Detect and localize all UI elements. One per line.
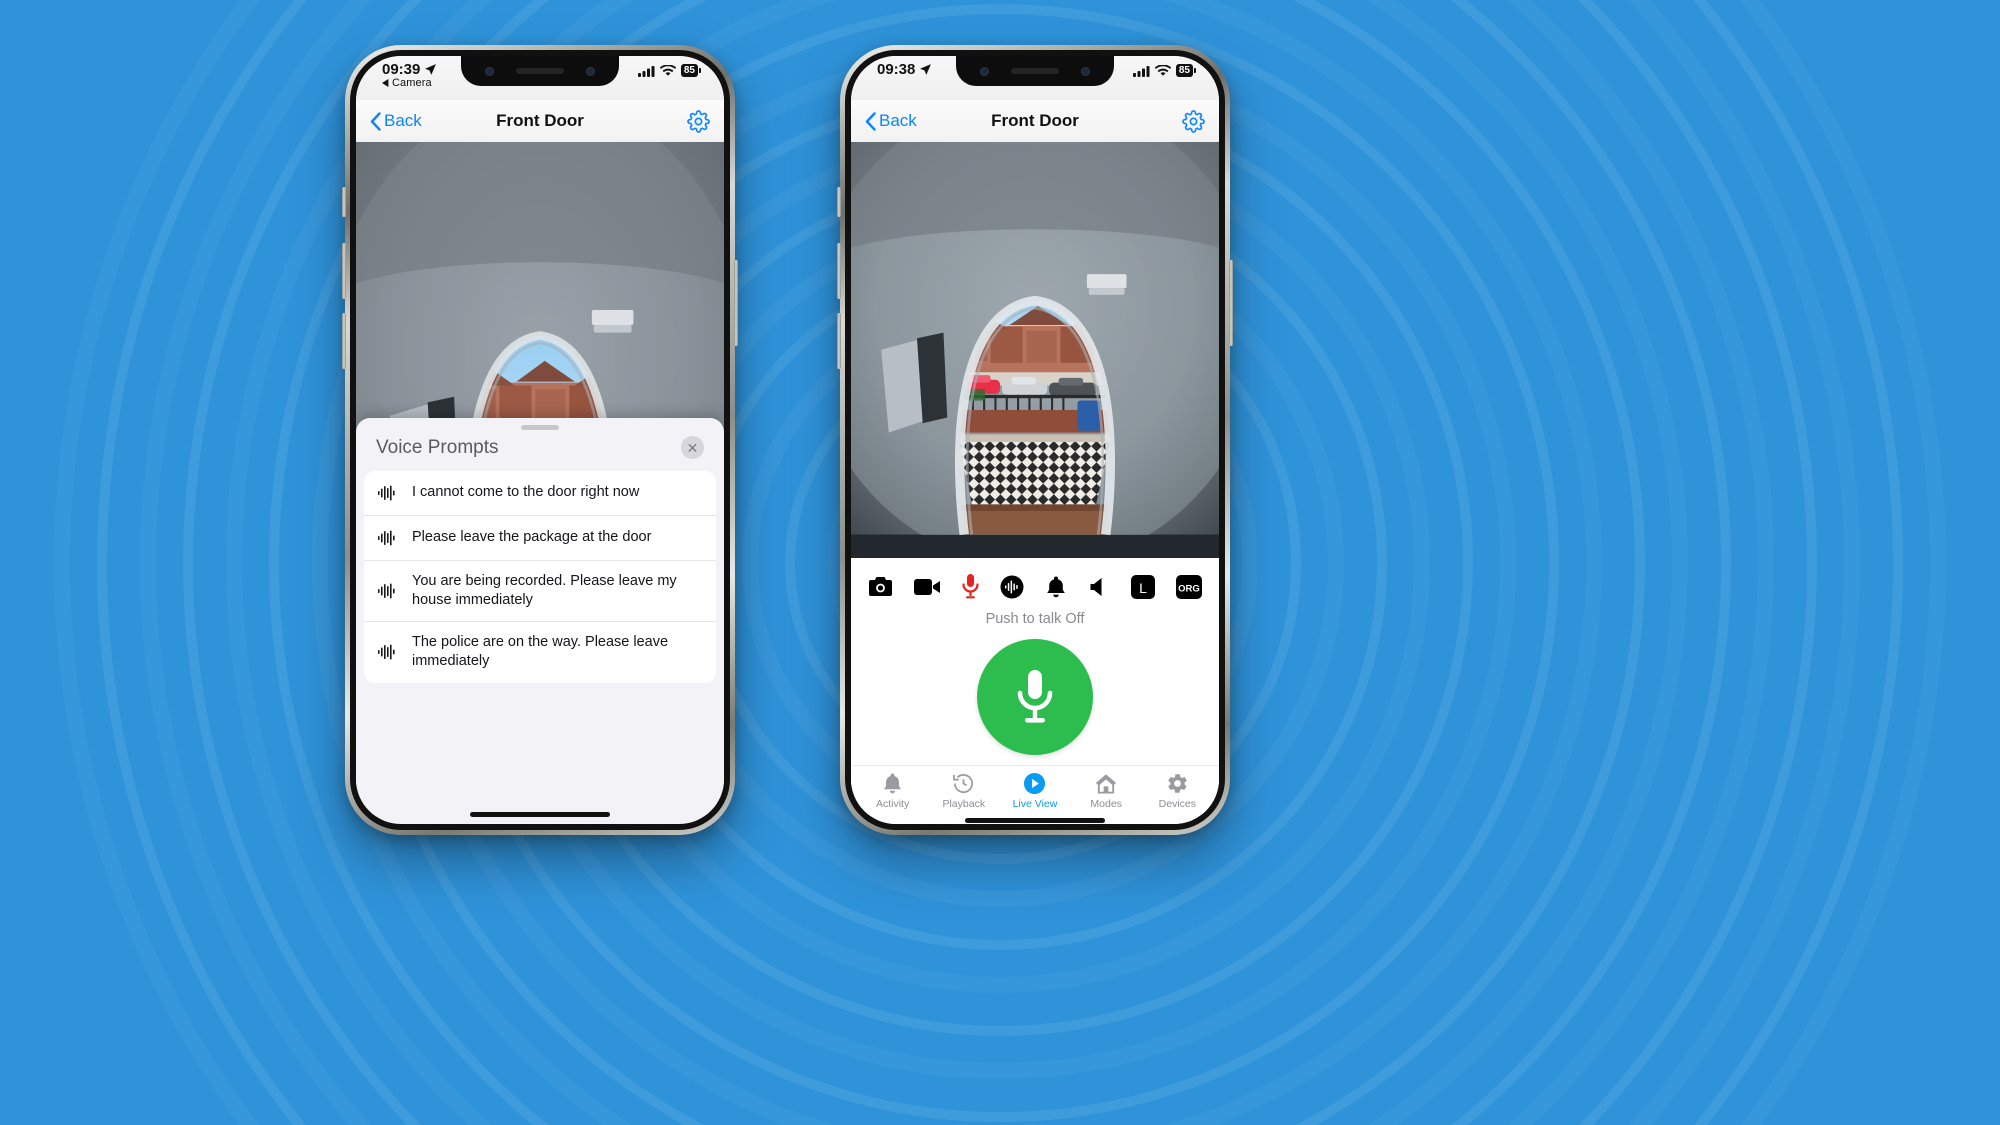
svg-text:L: L — [1139, 580, 1147, 596]
list-item[interactable]: The police are on the way. Please leave … — [364, 622, 716, 682]
tab-activity[interactable]: Activity — [862, 772, 924, 810]
prompt-text: Please leave the package at the door — [412, 529, 652, 546]
org-badge-icon[interactable]: ORG — [1176, 574, 1202, 599]
camera-live-feed[interactable] — [851, 142, 1219, 558]
voice-prompts-icon[interactable] — [1000, 575, 1024, 599]
nav-bar: Back Front Door — [356, 100, 724, 142]
cellular-bars-icon — [1132, 65, 1150, 77]
status-bar: 09:38 85 — [851, 56, 1219, 100]
battery-indicator: 85 — [680, 64, 702, 77]
cellular-bars-icon — [637, 65, 655, 77]
volume-up-button[interactable] — [342, 243, 346, 299]
wifi-icon — [1154, 64, 1171, 76]
playback-clock-icon — [953, 774, 974, 793]
phone-right: 09:38 85 Back Front Door L ORG Push to t… — [837, 45, 1233, 835]
speaker-icon[interactable] — [1088, 576, 1110, 598]
waveform-icon — [376, 482, 398, 504]
microphone-icon — [1017, 670, 1053, 723]
waveform-icon — [376, 580, 398, 602]
home-indicator[interactable] — [470, 812, 610, 817]
tab-devices[interactable]: Devices — [1146, 772, 1208, 810]
prompt-text: You are being recorded. Please leave my … — [412, 573, 677, 609]
gear-icon — [1182, 109, 1205, 133]
svg-text:ORG: ORG — [1178, 583, 1200, 594]
tab-modes[interactable]: Modes — [1075, 772, 1137, 810]
sheet-empty-space — [356, 682, 724, 808]
live-view-controls: L ORG Push to talk Off Activity Playback… — [851, 558, 1219, 824]
power-button[interactable] — [734, 260, 738, 346]
settings-button[interactable] — [687, 109, 710, 133]
list-item[interactable]: I cannot come to the door right now — [364, 471, 716, 516]
phone-bezel: 09:39 Camera 85 Back Front Door Voice Pr… — [350, 50, 730, 830]
front-camera-icon — [485, 66, 494, 76]
siren-bell-icon[interactable] — [1045, 575, 1067, 599]
status-time: 09:38 — [877, 61, 916, 78]
push-to-talk-button[interactable] — [977, 639, 1093, 755]
tab-playback[interactable]: Playback — [933, 772, 995, 810]
face-id-sensor-icon — [1081, 66, 1090, 76]
microphone-icon[interactable] — [962, 574, 979, 599]
prompt-text: I cannot come to the door right now — [412, 484, 640, 501]
close-icon[interactable]: ✕ — [681, 436, 704, 459]
return-to-app[interactable]: Camera — [382, 77, 432, 89]
screen-left: 09:39 Camera 85 Back Front Door Voice Pr… — [356, 56, 724, 824]
play-circle-icon — [1024, 772, 1046, 795]
list-item[interactable]: Please leave the package at the door — [364, 516, 716, 561]
record-video-icon[interactable] — [914, 577, 941, 597]
volume-down-button[interactable] — [342, 313, 346, 369]
volume-down-button[interactable] — [837, 313, 841, 369]
page-title: Front Door — [991, 111, 1079, 130]
home-icon — [1096, 774, 1117, 794]
sheet-header: Voice Prompts ✕ — [356, 430, 724, 471]
home-indicator[interactable] — [965, 818, 1105, 823]
settings-button[interactable] — [1182, 109, 1205, 133]
tab-label: Activity — [875, 798, 910, 810]
battery-indicator: 85 — [1175, 64, 1197, 77]
fisheye-doorway-view — [851, 142, 1219, 535]
gear-icon — [1168, 774, 1187, 793]
gear-icon — [687, 109, 710, 133]
status-bar: 09:39 Camera 85 — [356, 56, 724, 100]
page-title: Front Door — [496, 111, 584, 130]
voice-prompt-list: I cannot come to the door right now Plea… — [364, 471, 716, 683]
location-arrow-icon — [920, 64, 932, 75]
volume-up-button[interactable] — [837, 243, 841, 299]
bell-icon — [884, 773, 901, 794]
power-button[interactable] — [1229, 260, 1233, 346]
earpiece-speaker — [516, 68, 564, 74]
location-arrow-icon — [425, 64, 437, 75]
notch — [461, 56, 619, 86]
screen-right: 09:38 85 Back Front Door L ORG Push to t… — [851, 56, 1219, 824]
wifi-icon — [659, 64, 676, 76]
notch — [956, 56, 1114, 86]
return-app-label: Camera — [392, 77, 432, 89]
tab-live-view[interactable]: Live View — [1004, 772, 1066, 810]
phone-left: 09:39 Camera 85 Back Front Door Voice Pr… — [342, 45, 738, 835]
tab-label: Playback — [942, 798, 986, 810]
front-camera-icon — [980, 66, 989, 76]
bottom-tab-bar: Activity Playback Live View Modes Device… — [851, 765, 1219, 814]
voice-prompts-sheet: Voice Prompts ✕ I cannot come to the doo… — [356, 418, 724, 824]
waveform-icon — [376, 641, 398, 663]
list-item[interactable]: You are being recorded. Please leave my … — [364, 561, 716, 623]
earpiece-speaker — [1011, 68, 1059, 74]
tab-label: Live View — [1012, 798, 1058, 810]
snapshot-icon[interactable] — [868, 576, 893, 598]
control-icon-row: L ORG — [851, 566, 1219, 601]
prompt-text: The police are on the way. Please leave … — [412, 634, 669, 670]
tab-label: Modes — [1090, 798, 1122, 810]
nav-bar: Back Front Door — [851, 100, 1219, 142]
face-id-sensor-icon — [586, 66, 595, 76]
mute-switch[interactable] — [342, 187, 346, 217]
push-to-talk-status: Push to talk Off — [985, 611, 1085, 627]
camera-live-feed[interactable]: Voice Prompts ✕ I cannot come to the doo… — [356, 142, 724, 824]
sheet-title: Voice Prompts — [376, 436, 499, 458]
quality-badge-icon[interactable]: L — [1131, 574, 1155, 599]
status-time: 09:39 — [382, 61, 421, 78]
waveform-icon — [376, 527, 398, 549]
phone-bezel: 09:38 85 Back Front Door L ORG Push to t… — [845, 50, 1225, 830]
back-triangle-icon — [382, 79, 389, 87]
mute-switch[interactable] — [837, 187, 841, 217]
tab-label: Devices — [1158, 798, 1197, 810]
